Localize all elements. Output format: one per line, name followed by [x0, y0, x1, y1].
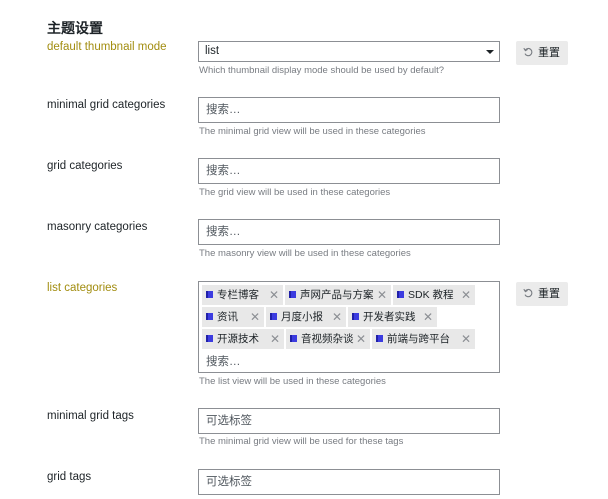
reset-list-categories-button[interactable]: 重置 [516, 282, 568, 306]
category-icon [289, 291, 296, 298]
masonry-categories-input[interactable]: 搜索… [198, 219, 500, 245]
list-categories-search-placeholder[interactable]: 搜索… [206, 353, 241, 369]
category-tag: 声网产品与方案 ✕ [285, 285, 391, 305]
category-tag-label: 前端与跨平台 [387, 333, 450, 345]
remove-tag-icon[interactable]: ✕ [270, 329, 280, 349]
grid-categories-label: grid categories [47, 160, 123, 172]
remove-tag-icon[interactable]: ✕ [377, 285, 387, 305]
remove-tag-icon[interactable]: ✕ [356, 329, 366, 349]
reset-default-thumbnail-mode-button[interactable]: 重置 [516, 41, 568, 65]
minimal-grid-tags-placeholder: 可选标签 [206, 415, 252, 427]
section-title: 主题设置 [47, 20, 103, 36]
category-tag: 开源技术 ✕ [202, 329, 284, 349]
undo-icon [523, 47, 533, 57]
category-tag-label: 开源技术 [217, 333, 259, 345]
category-tag-label: 开发者实践 [363, 311, 416, 323]
minimal-grid-categories-label: minimal grid categories [47, 99, 166, 111]
category-tag: 前端与跨平台 ✕ [372, 329, 475, 349]
category-tag-label: 资讯 [217, 311, 238, 323]
minimal-grid-categories-description: The minimal grid view will be used in th… [199, 126, 426, 137]
category-icon [270, 313, 277, 320]
category-icon [376, 335, 383, 342]
category-tag-label: 声网产品与方案 [300, 289, 374, 301]
remove-tag-icon[interactable]: ✕ [332, 307, 342, 327]
list-categories-multiselect[interactable]: 专栏博客 ✕ 声网产品与方案 ✕ SDK 教程 ✕ 资讯 ✕ 月度小报 ✕ 开发 [198, 281, 500, 373]
masonry-categories-label: masonry categories [47, 221, 148, 233]
minimal-grid-categories-placeholder: 搜索… [206, 104, 241, 116]
masonry-categories-placeholder: 搜索… [206, 226, 241, 238]
category-tag: 音视频杂谈 ✕ [286, 329, 370, 349]
default-thumbnail-mode-label: default thumbnail mode [47, 41, 167, 53]
reset-button-label: 重置 [538, 288, 560, 300]
category-icon [397, 291, 404, 298]
chevron-down-icon [486, 50, 494, 54]
minimal-grid-tags-label: minimal grid tags [47, 410, 134, 422]
grid-tags-input[interactable]: 可选标签 [198, 469, 500, 495]
grid-tags-placeholder: 可选标签 [206, 476, 252, 488]
category-tag-label: SDK 教程 [408, 289, 454, 301]
remove-tag-icon[interactable]: ✕ [461, 285, 471, 305]
minimal-grid-categories-input[interactable]: 搜索… [198, 97, 500, 123]
tag-row: 资讯 ✕ 月度小报 ✕ 开发者实践 ✕ [202, 307, 499, 329]
grid-tags-label: grid tags [47, 471, 92, 483]
reset-button-label: 重置 [538, 47, 560, 59]
default-thumbnail-mode-value: list [205, 45, 220, 57]
remove-tag-icon[interactable]: ✕ [269, 285, 279, 305]
minimal-grid-tags-description: The minimal grid view will be used for t… [199, 436, 404, 447]
list-categories-label: list categories [47, 282, 118, 294]
tag-row: 开源技术 ✕ 音视频杂谈 ✕ 前端与跨平台 ✕ [202, 329, 499, 351]
category-icon [290, 335, 297, 342]
remove-tag-icon[interactable]: ✕ [461, 329, 471, 349]
category-icon [206, 291, 213, 298]
masonry-categories-description: The masonry view will be used in these c… [199, 248, 411, 259]
tag-row: 专栏博客 ✕ 声网产品与方案 ✕ SDK 教程 ✕ [202, 285, 499, 307]
category-tag: 专栏博客 ✕ [202, 285, 283, 305]
category-tag-label: 专栏博客 [217, 289, 259, 301]
category-tag: SDK 教程 ✕ [393, 285, 475, 305]
default-thumbnail-mode-select[interactable]: list [198, 41, 500, 62]
theme-settings-page: 主题设置 default thumbnail mode list Which t… [0, 0, 608, 499]
grid-categories-placeholder: 搜索… [206, 165, 241, 177]
list-categories-description: The list view will be used in these cate… [199, 376, 386, 387]
remove-tag-icon[interactable]: ✕ [423, 307, 433, 327]
category-icon [206, 335, 213, 342]
category-tag: 资讯 ✕ [202, 307, 264, 327]
category-tag: 开发者实践 ✕ [348, 307, 437, 327]
category-tag-label: 音视频杂谈 [301, 333, 354, 345]
default-thumbnail-mode-description: Which thumbnail display mode should be u… [199, 65, 445, 76]
undo-icon [523, 288, 533, 298]
category-icon [352, 313, 359, 320]
remove-tag-icon[interactable]: ✕ [250, 307, 260, 327]
grid-categories-input[interactable]: 搜索… [198, 158, 500, 184]
category-tag-label: 月度小报 [281, 311, 323, 323]
category-icon [206, 313, 213, 320]
category-tag: 月度小报 ✕ [266, 307, 346, 327]
grid-categories-description: The grid view will be used in these cate… [199, 187, 391, 198]
minimal-grid-tags-input[interactable]: 可选标签 [198, 408, 500, 434]
